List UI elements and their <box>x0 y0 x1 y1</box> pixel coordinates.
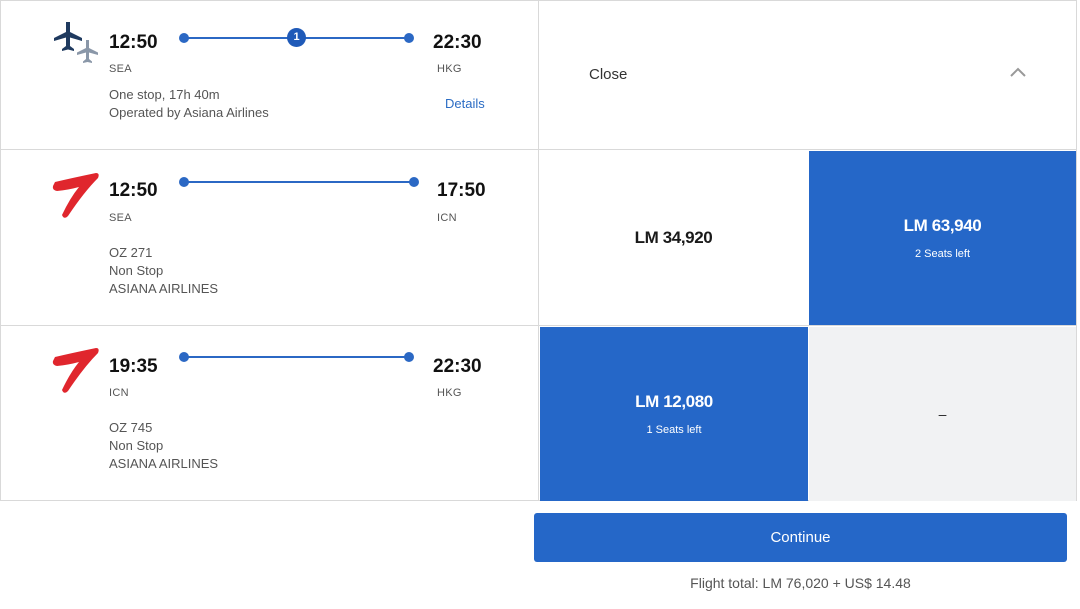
route-line <box>179 175 419 189</box>
details-link[interactable]: Details <box>445 96 485 111</box>
unavailable-dash: – <box>938 406 947 422</box>
depart-airport-code: SEA <box>109 212 132 224</box>
seats-left: 2 Seats left <box>914 248 971 260</box>
depart-time: 12:50 <box>109 32 158 53</box>
stop-count-badge: 1 <box>287 28 306 47</box>
stops-label: Non Stop <box>109 263 164 278</box>
seats-left: 1 Seats left <box>646 424 702 436</box>
arrive-time: 17:50 <box>437 180 486 201</box>
asiana-logo-icon <box>52 348 99 393</box>
chevron-up-icon[interactable] <box>1009 66 1027 78</box>
route-line: 1 <box>179 28 414 47</box>
fare-option[interactable]: LM 34,920 <box>539 150 808 325</box>
fare-price: LM 12,080 <box>635 392 713 411</box>
depart-airport-code: ICN <box>109 387 129 399</box>
fare-price: LM 63,940 <box>903 216 982 235</box>
trip-summary: One stop, 17h 40m <box>109 87 220 102</box>
operated-by: Operated by Asiana Airlines <box>109 105 269 120</box>
airplanes-icon <box>54 22 98 63</box>
arrive-time: 22:30 <box>433 356 482 377</box>
arrive-airport-code: HKG <box>437 63 462 75</box>
asiana-logo-icon <box>52 173 99 218</box>
fare-option-selected[interactable]: LM 63,940 2 Seats left <box>809 151 1076 325</box>
arrive-airport-code: HKG <box>437 387 462 399</box>
arrive-airport-code: ICN <box>437 212 457 224</box>
airline-name: ASIANA AIRLINES <box>109 281 219 296</box>
stops-label: Non Stop <box>109 438 164 453</box>
arrive-time: 22:30 <box>433 32 482 53</box>
continue-button[interactable]: Continue <box>534 513 1067 562</box>
route-line <box>179 350 414 364</box>
airline-name: ASIANA AIRLINES <box>109 456 219 471</box>
fare-price: LM 34,920 <box>634 227 713 247</box>
depart-time: 19:35 <box>109 356 158 377</box>
depart-time: 12:50 <box>109 180 158 201</box>
close-button[interactable]: Close <box>589 66 627 83</box>
fare-option-unavailable: – <box>809 327 1076 501</box>
fare-option-selected[interactable]: LM 12,080 1 Seats left <box>540 327 808 501</box>
flight-number: OZ 271 <box>109 245 153 260</box>
flight-total: Flight total: LM 76,020 + US$ 14.48 <box>690 575 911 591</box>
flight-number: OZ 745 <box>109 420 153 435</box>
depart-airport-code: SEA <box>109 63 132 75</box>
